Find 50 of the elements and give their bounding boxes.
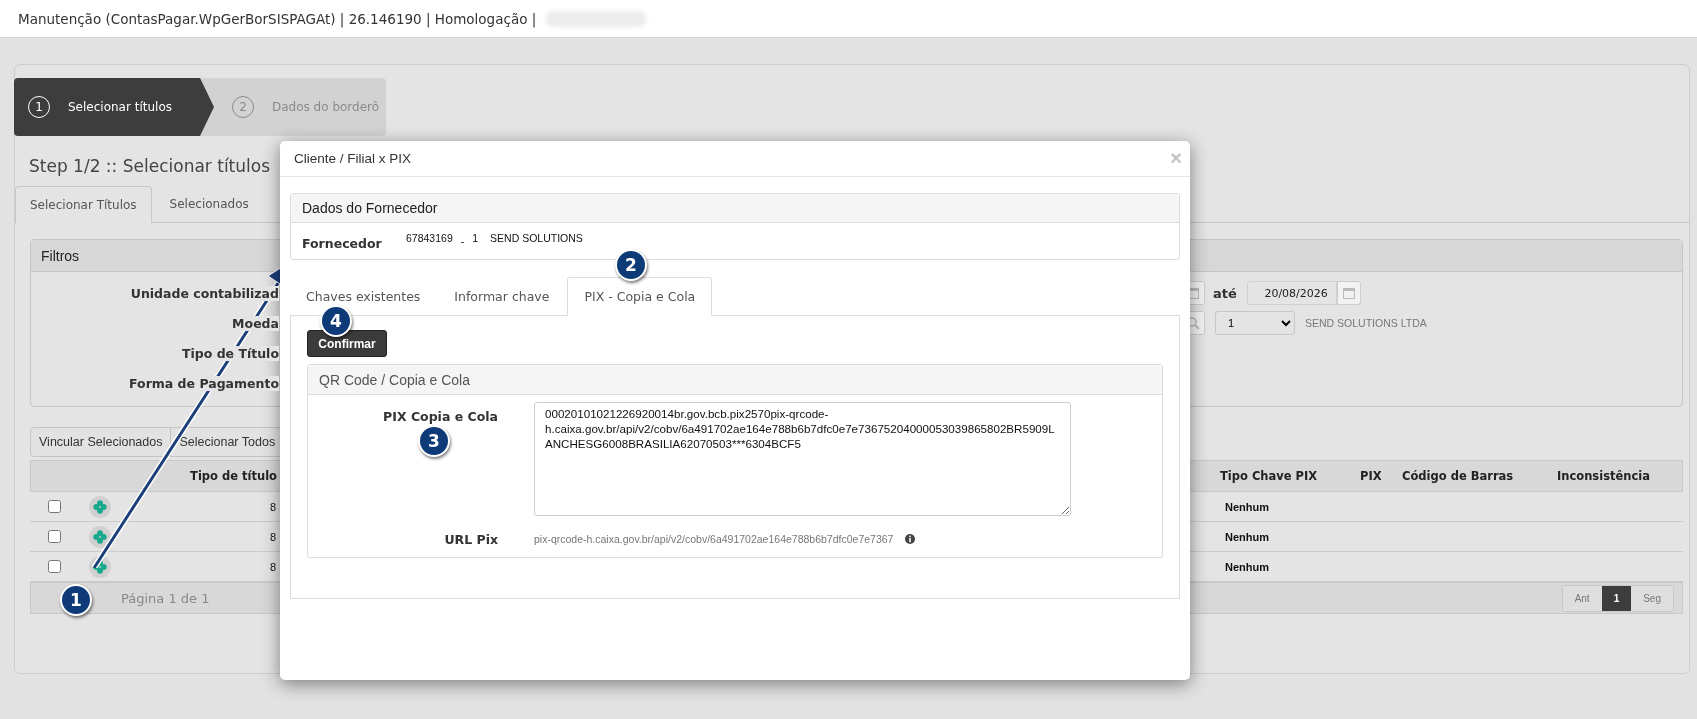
panel-title: QR Code / Copia e Cola [308,365,1162,395]
field-label: Unidade contabilizad [130,285,279,301]
clover-icon [93,529,107,544]
column-header: Inconsistência [1556,468,1651,485]
action-button[interactable]: Vincular Selecionados [30,427,172,457]
until-label: até [1213,285,1237,301]
step-label: Selecionar títulos [68,100,172,114]
row-action-button[interactable] [89,525,111,548]
table-cell-text: Nenhum [1224,559,1270,575]
tab[interactable]: Informar chave [438,277,566,315]
table-cell-text: 8 [268,499,277,515]
column-header: Código de Barras [1401,468,1515,485]
tab[interactable]: PIX - Copia e Cola [567,277,713,316]
table-cell-text: Nenhum [1224,499,1270,515]
url-text: pix-qrcode-h.caixa.gov.br/api/v2/cobv/6a491702ae164e788b6b7dfc0e7e7367 [534,532,894,545]
page-info: Página 1 de 1 [121,590,210,606]
panel-title: Dados do Fornecedor [291,194,1179,223]
info-icon [905,533,916,544]
field-label: Forma de Pagamento [129,375,279,391]
field-label: PIX Copia e Cola [383,408,498,424]
branch-select[interactable]: 1 [1215,311,1295,335]
row-checkbox[interactable] [47,530,61,543]
calendar-icon [1341,286,1356,300]
wizard-step[interactable]: 1 Selecionar títulos [14,78,214,136]
column-header: Tipo Chave PIX [1219,468,1319,485]
pager-button[interactable]: Ant [1562,585,1602,611]
field-label: Moeda [232,315,279,331]
row-checkbox[interactable] [47,560,61,573]
field-label: Tipo de Título [181,345,279,361]
date-field[interactable]: 20/08/2026 [1246,281,1337,305]
pager-button[interactable]: Seg [1631,585,1673,611]
column-header: PIX [1359,468,1383,485]
tab[interactable]: Selecionar Títulos [15,186,152,223]
column-header: Tipo de título [189,468,278,485]
tab[interactable]: Selecionados [155,186,263,222]
confirm-button[interactable]: Confirmar [307,330,387,357]
pager-button[interactable]: 1 [1601,585,1632,611]
modal-title: Cliente / Filial x PIX [294,151,412,166]
row-checkbox[interactable] [47,500,61,513]
table-cell-text: 8 [268,559,277,575]
clover-icon [93,559,107,574]
supplier-name: SEND SOLUTIONS LTDA [1305,317,1427,329]
clover-icon [93,499,107,514]
window-title: Manutenção (ContasPagar.WpGerBorSISPAGAt) | 26.146190 | Homologação | [18,10,537,27]
field-label: URL Pix [444,531,498,547]
pix-code-field[interactable]: 00020101021226920014br.gov.bcb.pix2570pix-qrcode-h.caixa.gov.br/api/v2/cobv/6a491702ae164e788b6b7dfc0e7e73675204000053039865802BR5909LANCHESG6008BRASILIA62070503***6304BCF5 [534,402,1071,516]
step-title: Step 1/2 :: Selecionar títulos [29,156,271,176]
table-cell-text: 8 [268,529,277,545]
table-cell-text: Nenhum [1224,529,1270,545]
step-label: Dados do borderô [272,100,380,114]
